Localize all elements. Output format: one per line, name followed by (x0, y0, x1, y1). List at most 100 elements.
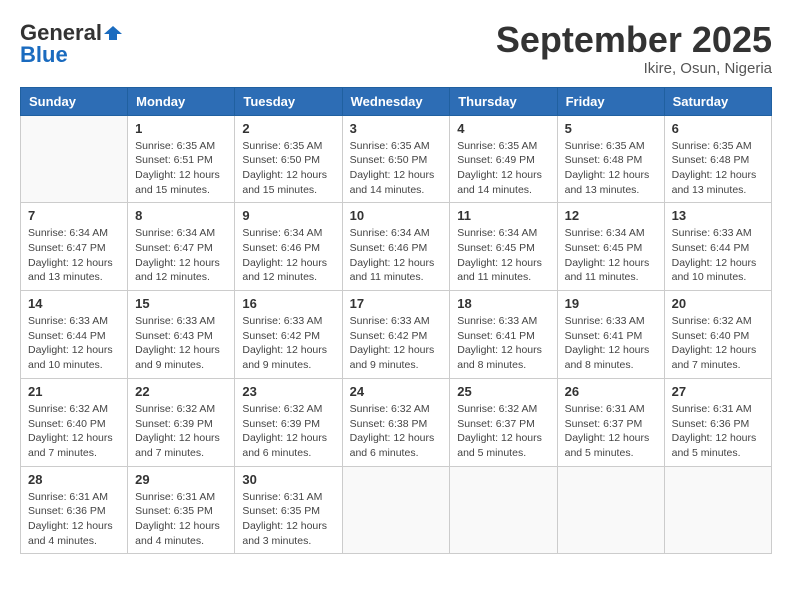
calendar-cell: 2Sunrise: 6:35 AM Sunset: 6:50 PM Daylig… (235, 115, 342, 203)
day-number: 28 (28, 472, 120, 487)
day-number: 15 (135, 296, 227, 311)
day-number: 3 (350, 121, 443, 136)
week-row-0: 1 Sunrise: 6:35 AM Sunset: 6:51 PM Daylig… (21, 115, 772, 203)
day-number: 9 (242, 208, 334, 223)
day-number: 7 (28, 208, 120, 223)
week-row-1: 7 Sunrise: 6:34 AM Sunset: 6:47 PM Daylig… (21, 203, 772, 291)
calendar-table: SundayMondayTuesdayWednesdayThursdayFrid… (20, 87, 772, 555)
col-header-friday: Friday (557, 87, 664, 115)
day-number: 11 (457, 208, 549, 223)
day-info: Sunrise: 6:31 AM Sunset: 6:35 PM Dayligh… (242, 490, 334, 549)
calendar-cell: 24Sunrise: 6:32 AM Sunset: 6:38 PM Dayli… (342, 378, 450, 466)
day-info: Sunrise: 6:35 AM Sunset: 6:49 PM Dayligh… (457, 139, 549, 198)
day-info: Sunrise: 6:35 AM Sunset: 6:51 PM Dayligh… (135, 139, 227, 198)
col-header-saturday: Saturday (664, 87, 771, 115)
calendar-cell: 22 Sunrise: 6:32 AM Sunset: 6:39 PM Dayli… (128, 378, 235, 466)
calendar-cell: 3 Sunrise: 6:35 AM Sunset: 6:50 PM Daylig… (342, 115, 450, 203)
day-number: 25 (457, 384, 549, 399)
calendar-cell: 18 Sunrise: 6:33 AM Sunset: 6:41 PM Dayli… (450, 291, 557, 379)
logo: General Blue (20, 20, 122, 68)
day-number: 30 (242, 472, 334, 487)
week-row-4: 28Sunrise: 6:31 AM Sunset: 6:36 PM Dayli… (21, 466, 772, 554)
calendar-cell: 14 Sunrise: 6:33 AM Sunset: 6:44 PM Dayli… (21, 291, 128, 379)
calendar-cell: 15Sunrise: 6:33 AM Sunset: 6:43 PM Dayli… (128, 291, 235, 379)
day-info: Sunrise: 6:32 AM Sunset: 6:39 PM Dayligh… (135, 402, 227, 461)
day-info: Sunrise: 6:33 AM Sunset: 6:41 PM Dayligh… (565, 314, 657, 373)
day-info: Sunrise: 6:32 AM Sunset: 6:37 PM Dayligh… (457, 402, 549, 461)
calendar-cell: 19 Sunrise: 6:33 AM Sunset: 6:41 PM Dayli… (557, 291, 664, 379)
calendar-cell: 28Sunrise: 6:31 AM Sunset: 6:36 PM Dayli… (21, 466, 128, 554)
day-info: Sunrise: 6:31 AM Sunset: 6:37 PM Dayligh… (565, 402, 657, 461)
calendar-cell: 6Sunrise: 6:35 AM Sunset: 6:48 PM Daylig… (664, 115, 771, 203)
col-header-wednesday: Wednesday (342, 87, 450, 115)
calendar-cell: 17Sunrise: 6:33 AM Sunset: 6:42 PM Dayli… (342, 291, 450, 379)
location: Ikire, Osun, Nigeria (496, 60, 772, 77)
day-info: Sunrise: 6:34 AM Sunset: 6:46 PM Dayligh… (242, 226, 334, 285)
day-number: 13 (672, 208, 764, 223)
calendar-cell: 13 Sunrise: 6:33 AM Sunset: 6:44 PM Dayli… (664, 203, 771, 291)
calendar-cell: 29 Sunrise: 6:31 AM Sunset: 6:35 PM Dayli… (128, 466, 235, 554)
calendar-cell: 12 Sunrise: 6:34 AM Sunset: 6:45 PM Dayli… (557, 203, 664, 291)
calendar-cell: 11 Sunrise: 6:34 AM Sunset: 6:45 PM Dayli… (450, 203, 557, 291)
day-info: Sunrise: 6:35 AM Sunset: 6:48 PM Dayligh… (565, 139, 657, 198)
day-number: 14 (28, 296, 120, 311)
day-info: Sunrise: 6:33 AM Sunset: 6:44 PM Dayligh… (672, 226, 764, 285)
col-header-thursday: Thursday (450, 87, 557, 115)
day-info: Sunrise: 6:32 AM Sunset: 6:40 PM Dayligh… (672, 314, 764, 373)
week-row-2: 14 Sunrise: 6:33 AM Sunset: 6:44 PM Dayli… (21, 291, 772, 379)
day-info: Sunrise: 6:34 AM Sunset: 6:46 PM Dayligh… (350, 226, 443, 285)
calendar-cell: 30 Sunrise: 6:31 AM Sunset: 6:35 PM Dayli… (235, 466, 342, 554)
day-info: Sunrise: 6:32 AM Sunset: 6:39 PM Dayligh… (242, 402, 334, 461)
calendar-cell: 5 Sunrise: 6:35 AM Sunset: 6:48 PM Daylig… (557, 115, 664, 203)
day-number: 21 (28, 384, 120, 399)
calendar-cell: 8 Sunrise: 6:34 AM Sunset: 6:47 PM Daylig… (128, 203, 235, 291)
day-number: 10 (350, 208, 443, 223)
day-info: Sunrise: 6:31 AM Sunset: 6:35 PM Dayligh… (135, 490, 227, 549)
calendar-cell (450, 466, 557, 554)
day-number: 8 (135, 208, 227, 223)
day-info: Sunrise: 6:34 AM Sunset: 6:45 PM Dayligh… (565, 226, 657, 285)
calendar-cell: 7Sunrise: 6:34 AM Sunset: 6:47 PM Daylig… (21, 203, 128, 291)
day-info: Sunrise: 6:35 AM Sunset: 6:48 PM Dayligh… (672, 139, 764, 198)
calendar-cell: 20 Sunrise: 6:32 AM Sunset: 6:40 PM Dayli… (664, 291, 771, 379)
day-info: Sunrise: 6:35 AM Sunset: 6:50 PM Dayligh… (350, 139, 443, 198)
page-header: General Blue September 2025 Ikire, Osun,… (20, 20, 772, 77)
week-row-3: 21 Sunrise: 6:32 AM Sunset: 6:40 PM Dayli… (21, 378, 772, 466)
day-number: 18 (457, 296, 549, 311)
day-number: 26 (565, 384, 657, 399)
day-info: Sunrise: 6:33 AM Sunset: 6:44 PM Dayligh… (28, 314, 120, 373)
day-number: 16 (242, 296, 334, 311)
calendar-cell: 9 Sunrise: 6:34 AM Sunset: 6:46 PM Daylig… (235, 203, 342, 291)
calendar-cell (21, 115, 128, 203)
day-info: Sunrise: 6:32 AM Sunset: 6:40 PM Dayligh… (28, 402, 120, 461)
day-number: 27 (672, 384, 764, 399)
day-info: Sunrise: 6:31 AM Sunset: 6:36 PM Dayligh… (672, 402, 764, 461)
day-info: Sunrise: 6:34 AM Sunset: 6:45 PM Dayligh… (457, 226, 549, 285)
title-block: September 2025 Ikire, Osun, Nigeria (496, 20, 772, 77)
col-header-monday: Monday (128, 87, 235, 115)
day-number: 23 (242, 384, 334, 399)
day-number: 2 (242, 121, 334, 136)
day-number: 22 (135, 384, 227, 399)
day-number: 12 (565, 208, 657, 223)
calendar-cell: 26 Sunrise: 6:31 AM Sunset: 6:37 PM Dayli… (557, 378, 664, 466)
calendar-cell: 27 Sunrise: 6:31 AM Sunset: 6:36 PM Dayli… (664, 378, 771, 466)
day-number: 20 (672, 296, 764, 311)
day-number: 19 (565, 296, 657, 311)
calendar-cell: 23 Sunrise: 6:32 AM Sunset: 6:39 PM Dayli… (235, 378, 342, 466)
day-number: 1 (135, 121, 227, 136)
day-number: 29 (135, 472, 227, 487)
day-number: 5 (565, 121, 657, 136)
calendar-cell: 21 Sunrise: 6:32 AM Sunset: 6:40 PM Dayli… (21, 378, 128, 466)
day-info: Sunrise: 6:33 AM Sunset: 6:41 PM Dayligh… (457, 314, 549, 373)
header-row: SundayMondayTuesdayWednesdayThursdayFrid… (21, 87, 772, 115)
calendar-cell (557, 466, 664, 554)
calendar-cell: 4Sunrise: 6:35 AM Sunset: 6:49 PM Daylig… (450, 115, 557, 203)
calendar-cell (664, 466, 771, 554)
col-header-sunday: Sunday (21, 87, 128, 115)
day-info: Sunrise: 6:34 AM Sunset: 6:47 PM Dayligh… (135, 226, 227, 285)
day-info: Sunrise: 6:32 AM Sunset: 6:38 PM Dayligh… (350, 402, 443, 461)
calendar-cell (342, 466, 450, 554)
month-title: September 2025 (496, 20, 772, 60)
calendar-cell: 16Sunrise: 6:33 AM Sunset: 6:42 PM Dayli… (235, 291, 342, 379)
